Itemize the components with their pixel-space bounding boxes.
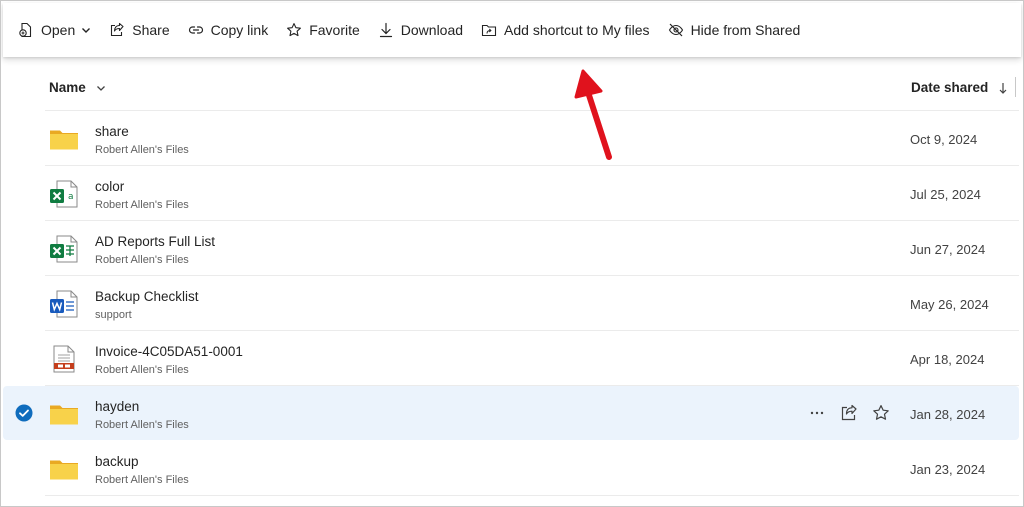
checkmark-circle-icon[interactable] [15, 404, 33, 422]
excel-icon: a [49, 179, 79, 209]
file-owner: Robert Allen's Files [95, 254, 189, 266]
excel-icon [49, 234, 79, 264]
svg-text:a: a [68, 192, 74, 202]
folder-shortcut-icon [481, 24, 497, 37]
file-owner: Robert Allen's Files [95, 199, 189, 211]
folder-icon [49, 454, 79, 484]
document-icon [49, 344, 79, 374]
date-shared: Oct 9, 2024 [910, 132, 978, 147]
share-icon [841, 404, 857, 421]
row-share-button[interactable] [839, 403, 859, 423]
open-icon [19, 22, 32, 38]
open-label: Open [41, 22, 76, 38]
table-row-selected[interactable]: hayden Robert Allen's Files Jan 28, 2024 [1, 386, 1023, 441]
row-favorite-button[interactable] [871, 403, 891, 423]
date-shared: Jun 27, 2024 [910, 242, 986, 257]
row-divider [45, 495, 1019, 496]
add-shortcut-label: Add shortcut to My files [504, 22, 650, 38]
table-row[interactable]: share Robert Allen's Files Oct 9, 2024 [1, 111, 1023, 166]
favorite-button[interactable]: Favorite [277, 14, 369, 46]
more-dots-icon [810, 411, 824, 415]
add-shortcut-button[interactable]: Add shortcut to My files [472, 14, 659, 46]
folder-icon [49, 399, 79, 429]
file-owner: Robert Allen's Files [95, 474, 189, 486]
file-owner: Robert Allen's Files [95, 144, 189, 156]
eye-off-icon [668, 23, 683, 37]
date-shared-column-header[interactable]: Date shared [911, 80, 1008, 95]
file-name[interactable]: Invoice-4C05DA51-0001 [95, 344, 243, 359]
name-column-header[interactable]: Name [49, 80, 106, 95]
share-icon [111, 22, 124, 37]
file-name[interactable]: color [95, 179, 124, 194]
date-shared: Jul 25, 2024 [910, 187, 981, 202]
open-button[interactable]: Open [9, 14, 100, 46]
date-shared: Apr 18, 2024 [910, 352, 985, 367]
copy-link-label: Copy link [210, 22, 269, 38]
file-owner: support [95, 309, 132, 321]
date-shared-column-label: Date shared [911, 80, 989, 95]
column-resize-handle[interactable] [1015, 77, 1016, 97]
name-column-label: Name [49, 80, 86, 95]
table-row[interactable]: backup Robert Allen's Files Jan 23, 2024 [1, 441, 1023, 496]
file-name[interactable]: AD Reports Full List [95, 234, 215, 249]
file-owner: Robert Allen's Files [95, 364, 189, 376]
row-actions [807, 403, 891, 423]
table-row[interactable]: AD Reports Full List Robert Allen's File… [1, 221, 1023, 276]
copy-link-button[interactable]: Copy link [179, 14, 278, 46]
date-shared: Jan 23, 2024 [910, 462, 986, 477]
date-shared: Jan 28, 2024 [910, 407, 986, 422]
download-button[interactable]: Download [369, 14, 472, 46]
star-icon [873, 405, 889, 420]
red-annotation-arrow [574, 69, 612, 160]
word-icon [49, 289, 79, 319]
file-name[interactable]: backup [95, 454, 139, 469]
file-name[interactable]: hayden [95, 399, 139, 414]
hide-from-shared-button[interactable]: Hide from Shared [659, 14, 810, 46]
command-bar: Open Share Copy link Favorite Download A… [3, 3, 1021, 57]
table-row[interactable]: Backup Checklist support May 26, 2024 [1, 276, 1023, 331]
list-header: Name Date shared [45, 63, 1019, 111]
share-button[interactable]: Share [100, 14, 178, 46]
link-icon [188, 26, 203, 34]
sort-down-arrow-icon [999, 82, 1007, 94]
hide-label: Hide from Shared [690, 22, 801, 38]
chevron-down-icon [82, 28, 91, 33]
download-icon [379, 22, 392, 38]
file-owner: Robert Allen's Files [95, 419, 189, 431]
download-label: Download [400, 22, 464, 38]
favorite-label: Favorite [309, 22, 360, 38]
table-row[interactable]: a color Robert Allen's Files Jul 25, 202… [1, 166, 1023, 221]
table-row[interactable]: Invoice-4C05DA51-0001 Robert Allen's Fil… [1, 331, 1023, 386]
date-shared: May 26, 2024 [910, 297, 989, 312]
file-name[interactable]: share [95, 124, 129, 139]
share-label: Share [132, 22, 170, 38]
star-icon [287, 23, 302, 37]
onedrive-shared-window: Open Share Copy link Favorite Download A… [0, 0, 1024, 507]
shared-files-list: Name Date shared share Robert Allen's Fi… [1, 63, 1023, 496]
more-actions-button[interactable] [807, 403, 827, 423]
chevron-down-icon [96, 85, 105, 91]
folder-icon [49, 124, 79, 154]
file-name[interactable]: Backup Checklist [95, 289, 199, 304]
